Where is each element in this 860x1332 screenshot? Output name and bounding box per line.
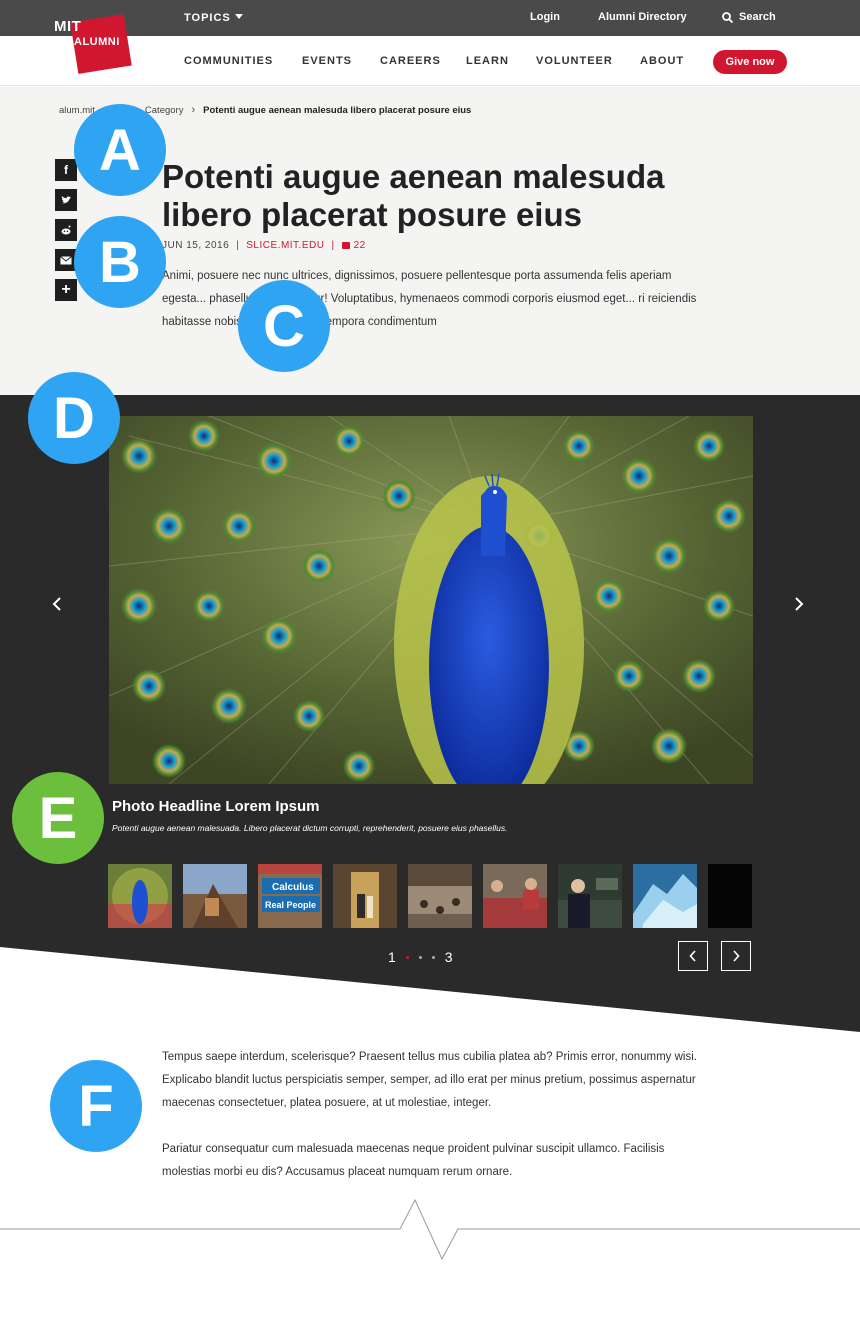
nav-communities[interactable]: COMMUNITIES xyxy=(184,55,273,67)
share-more-button[interactable]: + xyxy=(55,279,77,301)
meta-divider: | xyxy=(236,240,240,251)
plus-icon: + xyxy=(61,281,71,298)
nav-careers[interactable]: CAREERS xyxy=(380,55,441,67)
reddit-icon xyxy=(61,225,71,235)
thumbnails-prev-button[interactable] xyxy=(678,941,708,971)
comment-count-value: 22 xyxy=(353,240,366,251)
annotation-marker-d: D xyxy=(28,372,120,464)
gallery-thumbnail[interactable] xyxy=(708,864,752,928)
chevron-right-icon xyxy=(795,597,804,611)
section-divider xyxy=(0,1198,860,1261)
share-facebook-button[interactable]: f xyxy=(55,159,77,181)
gallery-thumbnail[interactable] xyxy=(108,864,172,928)
article-source-link[interactable]: SLICE.MIT.EDU xyxy=(246,240,324,251)
chevron-left-icon xyxy=(52,597,61,611)
gallery-thumbnail[interactable] xyxy=(408,864,472,928)
gallery-thumbnail[interactable]: Calculus Real People xyxy=(258,864,322,928)
body-paragraph: Pariatur consequatur cum malesuada maece… xyxy=(162,1143,665,1178)
gallery-thumbnail[interactable] xyxy=(633,864,697,928)
gallery-pager: 1 3 xyxy=(388,949,453,965)
pager-end[interactable]: 3 xyxy=(445,949,453,965)
share-reddit-button[interactable] xyxy=(55,219,77,241)
comment-count[interactable]: 22 xyxy=(341,240,366,251)
annotation-marker-e: E xyxy=(12,772,104,864)
photo-caption: Potenti augue aenean malesuada. Libero p… xyxy=(112,823,508,833)
logo-alumni-text: ALUMNI xyxy=(74,36,120,48)
comment-icon xyxy=(341,242,350,249)
article-body: Tempus saepe interdum, scelerisque? Prae… xyxy=(162,1046,707,1184)
nav-about[interactable]: ABOUT xyxy=(640,55,684,67)
thumb-sign-top: Calculus xyxy=(272,882,314,893)
mit-alumni-logo[interactable]: MIT ALUMNI xyxy=(54,14,136,74)
chevron-left-icon xyxy=(689,950,696,962)
article-date: JUN 15, 2016 xyxy=(162,240,230,251)
topics-dropdown[interactable]: TOPICS xyxy=(184,12,243,24)
article-title: Potenti augue aenean malesuda libero pla… xyxy=(162,158,722,234)
nav-volunteer[interactable]: VOLUNTEER xyxy=(536,55,613,67)
pager-dot[interactable] xyxy=(418,955,422,959)
nav-learn[interactable]: LEARN xyxy=(466,55,509,67)
annotation-marker-c: C xyxy=(238,280,330,372)
annotation-marker-b: B xyxy=(74,216,166,308)
search-icon xyxy=(722,11,733,23)
gallery-thumbnail[interactable] xyxy=(558,864,622,928)
gallery-thumbnail[interactable] xyxy=(183,864,247,928)
breadcrumb-current: Potenti augue aenean malesuda libero pla… xyxy=(203,105,472,116)
breadcrumb-category[interactable]: Category xyxy=(145,105,184,116)
pager-start[interactable]: 1 xyxy=(388,949,396,965)
gallery-prev-arrow[interactable] xyxy=(52,595,62,618)
alumni-directory-link[interactable]: Alumni Directory xyxy=(598,11,687,23)
share-twitter-button[interactable] xyxy=(55,189,77,211)
gallery-thumbnail[interactable] xyxy=(483,864,547,928)
give-now-button[interactable]: Give now xyxy=(713,50,787,74)
login-link[interactable]: Login xyxy=(530,11,560,23)
pager-dot[interactable] xyxy=(431,955,435,959)
pager-dot-active[interactable] xyxy=(405,955,409,959)
photo-headline: Photo Headline Lorem Ipsum xyxy=(112,798,320,815)
thumbnails-next-button[interactable] xyxy=(721,941,751,971)
article-title-line2: libero placerat posure eius xyxy=(162,196,582,233)
caret-down-icon xyxy=(234,14,243,19)
search-button[interactable]: Search xyxy=(722,11,776,23)
gallery-next-arrow[interactable] xyxy=(794,595,804,618)
chevron-right-icon: › xyxy=(191,104,196,116)
logo-mit-text: MIT xyxy=(54,18,82,35)
annotation-marker-a: A xyxy=(74,104,166,196)
chevron-right-icon xyxy=(733,950,740,962)
article-meta: JUN 15, 2016 | SLICE.MIT.EDU | 22 xyxy=(162,240,366,251)
annotation-marker-f: F xyxy=(50,1060,142,1152)
search-label: Search xyxy=(739,11,776,23)
body-paragraph: Tempus saepe interdum, scelerisque? Prae… xyxy=(162,1051,697,1109)
article-title-line1: Potenti augue aenean malesuda xyxy=(162,158,665,195)
topics-label: TOPICS xyxy=(184,12,231,24)
nav-events[interactable]: EVENTS xyxy=(302,55,352,67)
facebook-icon: f xyxy=(64,163,68,177)
email-icon xyxy=(60,255,72,264)
meta-divider: | xyxy=(331,240,335,251)
thumb-sign-bottom: Real People xyxy=(265,900,316,910)
gallery-thumbnail[interactable] xyxy=(333,864,397,928)
twitter-icon xyxy=(61,196,71,204)
gallery-main-photo xyxy=(109,416,753,784)
